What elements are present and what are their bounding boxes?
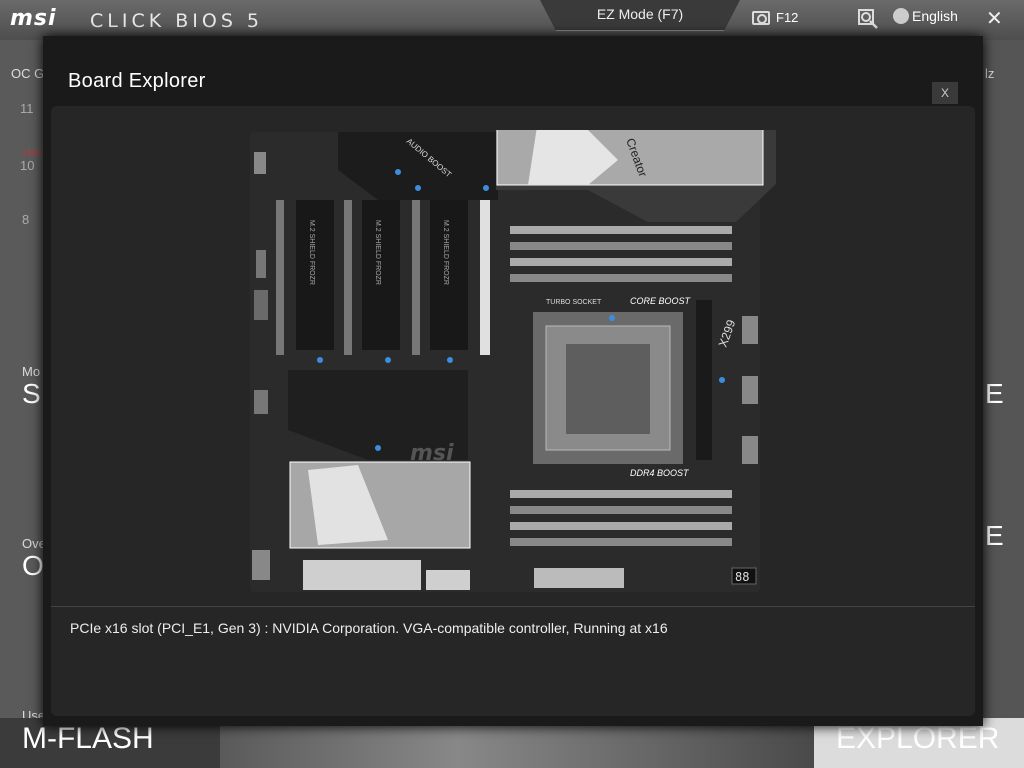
dialog-title: Board Explorer (68, 70, 206, 92)
sensor-icon-2[interactable] (415, 185, 421, 191)
io-connector-1[interactable] (254, 152, 266, 174)
msi-logo: msi (10, 6, 57, 31)
pcie-slot-1[interactable] (276, 200, 284, 355)
dimm-slot-c2[interactable] (510, 506, 732, 514)
board-explorer-dialog: Board Explorer X PCIe x16 slot (PCI_E1, … (43, 36, 983, 726)
pcie-slot-4[interactable] (480, 200, 490, 355)
bottom-connector-1[interactable] (303, 560, 421, 590)
dimm-slot-b1[interactable] (510, 258, 732, 266)
pcie-slot-3[interactable] (412, 200, 420, 355)
cpu-socket-inner (566, 344, 650, 434)
bg-mo-label: Mo (22, 364, 41, 379)
right-header-2[interactable] (742, 376, 758, 404)
debug-led-label: 88 (735, 570, 749, 584)
screenshot-key-label: F12 (776, 10, 799, 25)
language-selector[interactable]: English (893, 8, 958, 24)
sensor-icon-1[interactable] (395, 169, 401, 175)
globe-icon (893, 8, 909, 24)
io-connector-4[interactable] (254, 390, 268, 414)
sensor-icon-3[interactable] (483, 185, 489, 191)
screenshot-button[interactable]: F12 (752, 10, 798, 25)
board-explorer-label: EXPLORER (836, 722, 1000, 755)
motherboard-diagram: AUDIO BOOST Creator M.2 SHIELD FROZR M.2… (250, 130, 776, 592)
pcie-slot-2[interactable] (344, 200, 352, 355)
dimm-slot-a1[interactable] (510, 226, 732, 234)
io-connector-2[interactable] (256, 250, 266, 278)
search-icon[interactable] (858, 9, 878, 29)
component-info-text: PCIe x16 slot (PCI_E1, Gen 3) : NVIDIA C… (70, 620, 668, 636)
bottom-connector-2[interactable] (426, 570, 470, 590)
ez-mode-button[interactable]: EZ Mode (F7) (540, 0, 740, 31)
m2-shield-label-2: M.2 SHIELD FROZR (374, 220, 381, 285)
bg-s-label: S (22, 378, 41, 409)
m-flash-button[interactable]: M-FLASH (22, 722, 154, 756)
dimm-slot-d1[interactable] (510, 522, 732, 530)
sensor-icon-8[interactable] (609, 315, 615, 321)
bg-hz-label: lz (985, 66, 995, 81)
m2-shield-label-3: M.2 SHIELD FROZR (442, 220, 449, 285)
sensor-icon-7[interactable] (375, 445, 381, 451)
sensor-icon-4[interactable] (317, 357, 323, 363)
right-header-1[interactable] (742, 316, 758, 344)
bg-e-label-2: E (985, 520, 1004, 551)
divider (51, 606, 975, 607)
sensor-icon-9[interactable] (719, 377, 725, 383)
m2-shield-label-1: M.2 SHIELD FROZR (308, 220, 315, 285)
language-label: English (912, 8, 958, 24)
vrm-strip (696, 300, 712, 460)
bg-number-2: 10 (20, 158, 35, 173)
camera-icon (752, 10, 770, 25)
bg-o-label: O (22, 550, 44, 581)
sensor-icon-6[interactable] (447, 357, 453, 363)
dimm-slot-d2[interactable] (510, 538, 732, 546)
io-connector-3[interactable] (254, 290, 268, 320)
bottom-connector-3[interactable] (534, 568, 624, 588)
dimm-slot-a2[interactable] (510, 242, 732, 250)
product-name: CLICK BIOS 5 (90, 10, 264, 32)
dimm-slot-c1[interactable] (510, 490, 732, 498)
right-header-3[interactable] (742, 436, 758, 464)
top-bar: msi CLICK BIOS 5 EZ Mode (F7) F12 Englis… (0, 0, 1024, 40)
close-icon[interactable]: ✕ (986, 6, 1003, 31)
turbo-socket-label: TURBO SOCKET (546, 299, 602, 306)
sensor-icon-5[interactable] (385, 357, 391, 363)
dialog-close-button[interactable]: X (932, 82, 958, 104)
dimm-slot-b2[interactable] (510, 274, 732, 282)
bg-number-1: 11 (20, 101, 34, 116)
ddr4-boost-label: DDR4 BOOST (630, 468, 690, 478)
core-boost-label: CORE BOOST (630, 296, 692, 306)
bg-e-label-1: E (985, 378, 1004, 409)
oc-genie-label: OC G (11, 66, 45, 81)
io-connector-5[interactable] (252, 550, 270, 580)
bg-number-3: 8 (22, 212, 30, 227)
